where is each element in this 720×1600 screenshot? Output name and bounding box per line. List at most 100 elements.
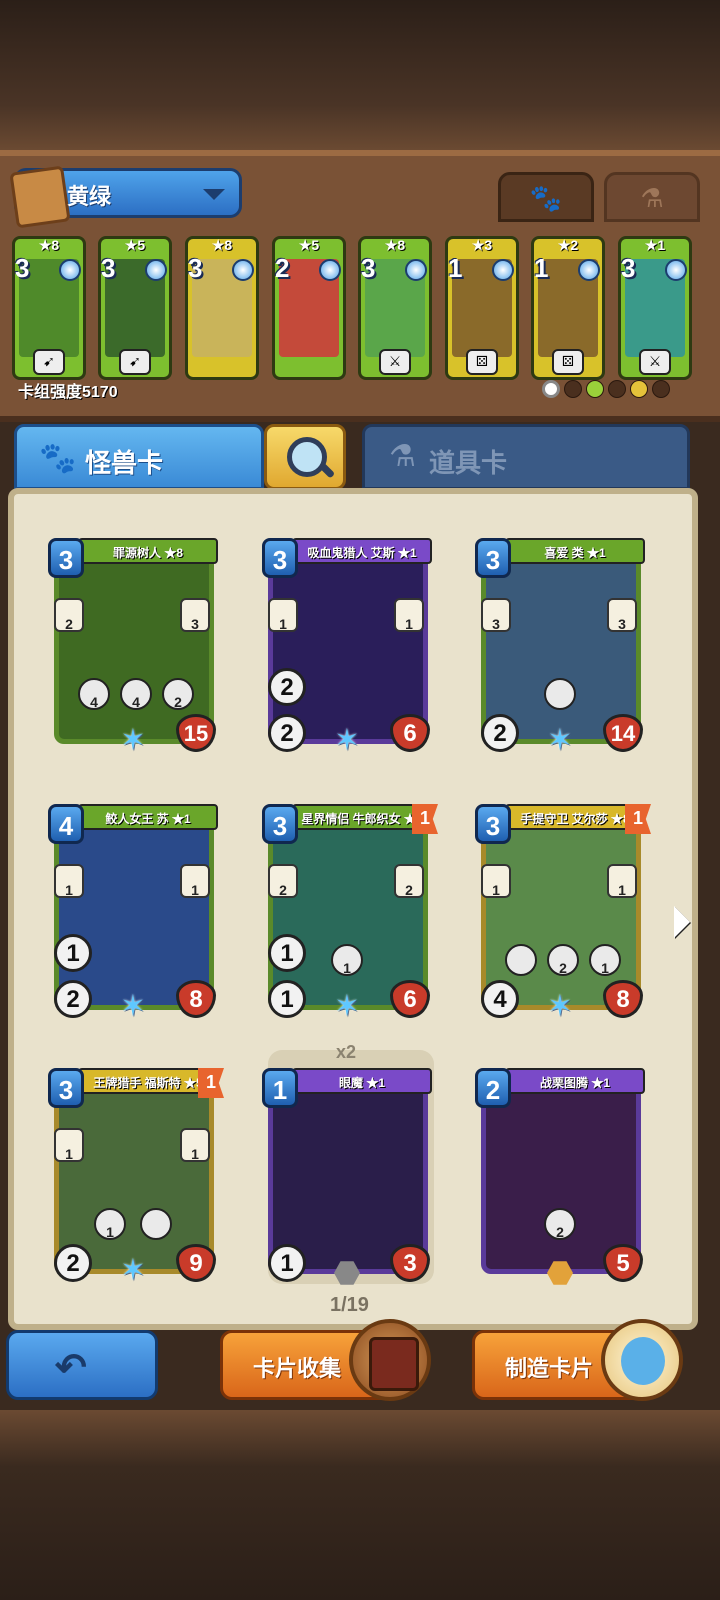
card-ability-right: 1 [394, 598, 424, 632]
paw-jar-icon [601, 1319, 683, 1401]
card-collection-label: 卡片收集 [253, 1356, 342, 1381]
card-trait: 2 [162, 678, 194, 710]
deck-card[interactable]: ★3 1 ⚄ [445, 236, 519, 380]
star-icon: ✶ [334, 724, 360, 757]
card-health: 14 [603, 714, 643, 752]
card-cost: 2 [475, 1068, 511, 1108]
card-trait: 4 [78, 678, 110, 710]
card-ability-left: 3 [481, 598, 511, 632]
card-health: 9 [176, 1244, 216, 1282]
back-button[interactable]: ↶ [6, 1330, 158, 1400]
sword-icon: ⚔ [379, 349, 411, 375]
card-attack: 1 [268, 980, 306, 1018]
card-ability-left: 1 [54, 864, 84, 898]
deck-card-stars: ★2 [557, 237, 579, 253]
deck-card[interactable]: ★8 3 [185, 236, 259, 380]
deck-card-cost: 2 [275, 253, 290, 283]
tab-monster-cards[interactable]: 🐾 怪兽卡 [14, 424, 264, 490]
collection-card[interactable]: 王牌猎手 福斯特 ★5 3 1 1 1 1 2 9 ✶ [48, 1068, 224, 1288]
deck-card[interactable]: ★5 2 [272, 236, 346, 380]
bottom-wood-frame [0, 1410, 720, 1600]
collection-card[interactable]: 战栗图腾 ★1 2 2 5 [475, 1068, 645, 1288]
card-trait [505, 944, 537, 976]
card-trait: 2 [547, 944, 579, 976]
paw-icon: 🐾 [39, 442, 77, 475]
deck-card[interactable]: ★5 3 ➹ [98, 236, 172, 380]
deck-card-stars: ★3 [471, 237, 493, 253]
card-ability-left: 2 [268, 864, 298, 898]
dice-icon: ⚄ [466, 349, 498, 375]
card-trait: 1 [589, 944, 621, 976]
tab-monster-label: 怪兽卡 [85, 448, 164, 478]
bow-icon: ➹ [33, 349, 65, 375]
filter-faction-icon[interactable] [608, 380, 626, 398]
card-cost: 3 [262, 538, 298, 578]
rarity-gem-icon [145, 259, 167, 281]
card-book-icon [349, 1319, 431, 1401]
deck-card-cost: 3 [361, 253, 376, 283]
card-cost: 3 [262, 804, 298, 844]
deck-card[interactable]: ★1 3 ⚔ [618, 236, 692, 380]
deck-card-cost: 1 [534, 253, 549, 283]
sword-icon: ⚔ [639, 349, 671, 375]
collection-card[interactable]: 眼魔 ★1 1 1 3 [262, 1068, 432, 1288]
next-page-arrow[interactable] [674, 906, 690, 938]
card-attack: 2 [481, 714, 519, 752]
filter-green-icon[interactable] [586, 380, 604, 398]
card-ability-left: 1 [481, 864, 511, 898]
deck-card[interactable]: ★2 1 ⚄ [531, 236, 605, 380]
collection-card[interactable]: 星界情侣 牛郎织女 ★1 3 1 2 2 1 1 1 6 ✶ [262, 804, 438, 1024]
filter-yellow-icon[interactable] [630, 380, 648, 398]
collection-card[interactable]: 手提守卫 艾尔莎 ★8 3 1 1 1 2 1 4 8 ✶ [475, 804, 651, 1024]
card-ability-right: 3 [607, 598, 637, 632]
card-trait: 4 [120, 678, 152, 710]
deck-selector[interactable]: 黄绿 [9, 165, 242, 229]
star-icon: ✶ [120, 1254, 146, 1287]
card-attack: 2 [54, 980, 92, 1018]
deck-card-cost: 3 [101, 253, 116, 283]
card-name: 王牌猎手 福斯特 ★5 [78, 1068, 218, 1094]
deck-tab-monster[interactable]: 🐾 [498, 172, 594, 222]
card-name: 吸血鬼猎人 艾斯 ★1 [292, 538, 432, 564]
card-ability-left: 1 [268, 598, 298, 632]
card-ability-left: 1 [54, 1128, 84, 1162]
deck-card[interactable]: ★8 3 ➹ [12, 236, 86, 380]
potion-icon: ⚗ [389, 440, 416, 473]
card-name: 星界情侣 牛郎织女 ★1 [292, 804, 432, 830]
card-attack: 1 [268, 1244, 306, 1282]
craft-card-button[interactable]: 制造卡片 [472, 1319, 683, 1401]
card-ability-right: 2 [394, 864, 424, 898]
card-health: 15 [176, 714, 216, 752]
card-collection-button[interactable]: 卡片收集 [220, 1319, 431, 1401]
top-wood-frame [0, 0, 720, 150]
collection-card[interactable]: 罪源树人 ★8 3 2 3 4 4 2 15 ✶ [48, 538, 218, 758]
collection-card[interactable]: 鲛人女王 苏 ★1 4 1 1 1 2 8 ✶ [48, 804, 218, 1024]
collection-card[interactable]: 吸血鬼猎人 艾斯 ★1 3 1 1 2 2 6 ✶ [262, 538, 432, 758]
tab-item-cards[interactable]: ⚗ 道具卡 [362, 424, 690, 490]
card-ability-right: 3 [180, 598, 210, 632]
star-icon: ✶ [120, 990, 146, 1023]
deck-power: 卡组强度5170 [18, 384, 118, 401]
card-attack-2: 1 [54, 934, 92, 972]
paw-icon: 🐾 [529, 183, 563, 213]
star-icon: ✶ [547, 724, 573, 757]
card-cost: 3 [48, 1068, 84, 1108]
filter-all-icon[interactable] [542, 380, 560, 398]
filter-faction-icon[interactable] [564, 380, 582, 398]
tab-item-label: 道具卡 [429, 448, 508, 478]
star-icon: ✶ [120, 724, 146, 757]
deck-tab-item[interactable]: ⚗ [604, 172, 700, 222]
card-attack: 4 [481, 980, 519, 1018]
star-icon: ✶ [334, 990, 360, 1023]
copies-badge: x2 [336, 1042, 357, 1062]
search-button[interactable] [264, 424, 346, 490]
filter-faction-icon[interactable] [652, 380, 670, 398]
card-ability-right: 1 [180, 1128, 210, 1162]
collection-card[interactable]: 喜爱 类 ★1 3 3 3 2 14 ✶ [475, 538, 645, 758]
deck-faction-filters[interactable] [542, 380, 674, 402]
card-trait: 1 [331, 944, 363, 976]
card-ability-left: 2 [54, 598, 84, 632]
card-trait: 2 [544, 1208, 576, 1240]
deck-card[interactable]: ★8 3 ⚔ [358, 236, 432, 380]
card-ability-right: 1 [180, 864, 210, 898]
